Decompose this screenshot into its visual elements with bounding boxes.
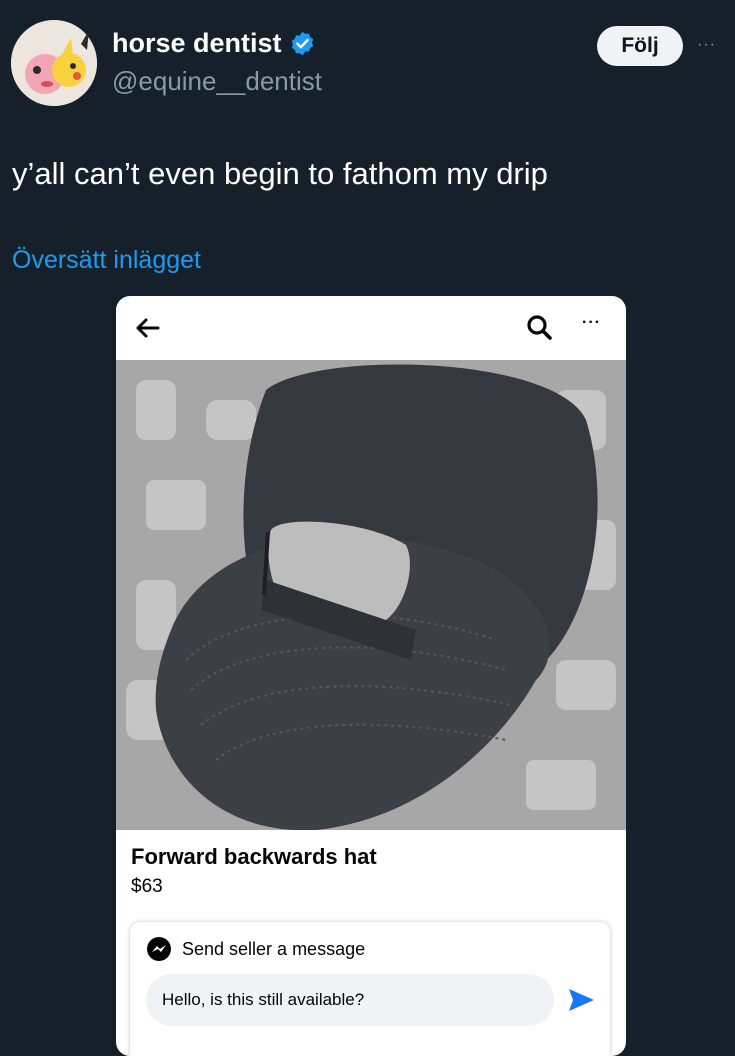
hat-image [116,360,626,830]
message-label: Send seller a message [182,938,366,959]
display-name[interactable]: horse dentist [112,28,282,59]
marketplace-screenshot[interactable]: ··· Forward backwards hat $63 Send selle… [116,296,626,1056]
author-name-row[interactable]: horse dentist [112,28,316,59]
listing-title: Forward backwards hat [131,844,377,869]
tweet-text: y’all can’t even begin to fathom my drip [12,156,548,191]
listing-price: $63 [131,876,163,897]
message-seller-box: Send seller a message [130,922,610,1056]
more-options-icon[interactable]: ··· [697,36,716,54]
listing-top-bar: ··· [116,296,626,360]
message-input[interactable] [146,974,554,1026]
listing-more-icon: ··· [582,314,601,331]
back-arrow-icon [136,318,160,338]
message-header: Send seller a message [146,936,365,962]
send-icon[interactable] [566,985,596,1015]
messenger-icon [147,937,171,961]
avatar[interactable] [11,20,97,106]
follow-button[interactable]: Följ [597,26,683,66]
user-handle[interactable]: @equine__dentist [112,66,322,97]
verified-badge-icon [291,31,313,56]
translate-link[interactable]: Översätt inlägget [12,246,201,275]
search-icon [527,315,552,340]
avatar-image [11,20,97,106]
hat-photo [116,360,626,830]
